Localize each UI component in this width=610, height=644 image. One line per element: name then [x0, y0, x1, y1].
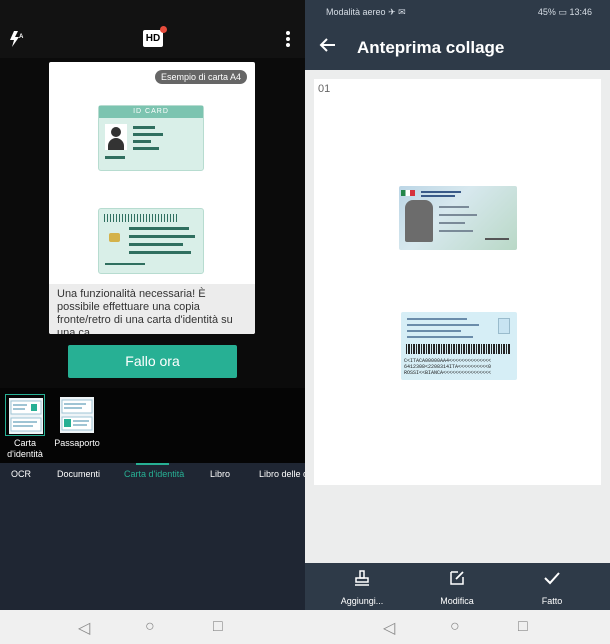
tab-documents[interactable]: Documenti — [57, 469, 100, 479]
system-nav-bar-left: ◁ ○ □ — [0, 610, 305, 644]
feature-message: Una funzionalità necessaria! È possibile… — [49, 284, 255, 334]
scanned-id-front — [399, 186, 517, 250]
id-card-thumbnail — [9, 398, 43, 434]
mrz-zone: C<ITACA00000AA4<<<<<<<<<<<<<< 6412308<22… — [404, 358, 514, 376]
tab-id-card[interactable]: Carta d'identità — [124, 469, 184, 479]
add-button[interactable]: Aggiungi... — [322, 569, 402, 606]
page-number: 01 — [318, 83, 331, 95]
tab-ocr[interactable]: OCR — [11, 469, 31, 479]
mode-id-card[interactable] — [5, 394, 45, 436]
id-card-header: ID CARD — [99, 106, 203, 118]
battery-icon: ▭ — [558, 7, 567, 17]
portrait-icon — [105, 124, 127, 150]
barcode — [406, 344, 510, 354]
status-icons-left: ✈ ✉ — [388, 7, 406, 17]
bottom-action-bar: Aggiungi... Modifica Fatto — [305, 563, 610, 610]
hd-toggle-button[interactable]: HD — [143, 30, 163, 47]
done-button[interactable]: Fatto — [512, 569, 592, 606]
active-tab-indicator — [136, 463, 169, 465]
flash-auto-icon[interactable]: A — [8, 30, 26, 48]
edit-label: Modifica — [440, 596, 474, 606]
scanned-id-back: C<ITACA00000AA4<<<<<<<<<<<<<< 6412308<22… — [401, 312, 517, 380]
mrz-line: ROSSI<<BIANCA<<<<<<<<<<<<<<<< — [404, 370, 492, 376]
nav-recents-icon[interactable]: □ — [518, 618, 528, 636]
check-icon — [512, 569, 592, 589]
svg-text:A: A — [19, 34, 24, 40]
nav-home-icon[interactable]: ○ — [145, 618, 155, 636]
stamp-icon — [322, 569, 402, 589]
italian-flag-icon — [401, 190, 415, 196]
status-airplane-mode: Modalità aereo ✈ ✉ — [326, 7, 406, 18]
mode-id-card-label: Carta d'identità — [7, 438, 43, 459]
nav-recents-icon[interactable]: □ — [213, 618, 223, 636]
battery-percent: 45% — [537, 7, 556, 17]
category-tab-bar: OCR Documenti Carta d'identità Libro Lib… — [0, 463, 305, 610]
do-it-now-button[interactable]: Fallo ora — [68, 345, 237, 378]
done-label: Fatto — [541, 596, 563, 606]
page-title: Anteprima collage — [357, 38, 505, 57]
chip-icon — [109, 233, 120, 242]
status-bar: Modalità aereo ✈ ✉ 45% ▭ 13:46 — [305, 0, 610, 24]
arrow-back-icon[interactable] — [319, 36, 337, 58]
tab-book-more[interactable]: Libro delle d — [259, 469, 305, 479]
id-card-back-illustration — [98, 208, 204, 274]
tab-book[interactable]: Libro — [210, 469, 230, 479]
example-card: Esempio di carta A4 ID CARD Una funziona… — [49, 62, 255, 334]
right-screen: Modalità aereo ✈ ✉ 45% ▭ 13:46 Anteprima… — [305, 0, 610, 644]
left-screen: A HD Esempio di carta A4 ID CARD Una fun… — [0, 0, 305, 644]
more-vert-icon[interactable] — [282, 30, 294, 50]
add-label: Aggiungi... — [340, 596, 384, 606]
hd-notification-dot — [160, 26, 167, 33]
collage-page-preview[interactable]: 01 C<ITACA00000AA4<<<<<<<<<<<<<< 6412308… — [314, 79, 601, 485]
nav-back-icon[interactable]: ◁ — [383, 618, 395, 638]
clock: 13:46 — [569, 7, 592, 17]
edit-button[interactable]: Modifica — [417, 569, 497, 606]
status-right: 45% ▭ 13:46 — [538, 7, 592, 18]
passport-thumbnail — [60, 397, 94, 433]
app-bar: Anteprima collage — [305, 24, 610, 70]
example-badge: Esempio di carta A4 — [154, 70, 247, 84]
system-nav-bar-right: ◁ ○ □ — [305, 610, 610, 644]
barcode-icon — [104, 214, 179, 222]
edit-icon — [417, 569, 497, 589]
mode-selector: Carta d'identità Passaporto — [0, 388, 305, 463]
id-card-front-illustration: ID CARD — [98, 105, 204, 171]
holder-photo — [405, 200, 433, 242]
status-airplane-label: Modalità aereo — [326, 7, 386, 17]
nav-back-icon[interactable]: ◁ — [78, 618, 90, 638]
card-chip-area — [498, 318, 510, 334]
mode-passport[interactable] — [57, 394, 97, 436]
mode-passport-label: Passaporto — [54, 438, 100, 448]
camera-toolbar: A HD — [0, 0, 305, 58]
nav-home-icon[interactable]: ○ — [450, 618, 460, 636]
